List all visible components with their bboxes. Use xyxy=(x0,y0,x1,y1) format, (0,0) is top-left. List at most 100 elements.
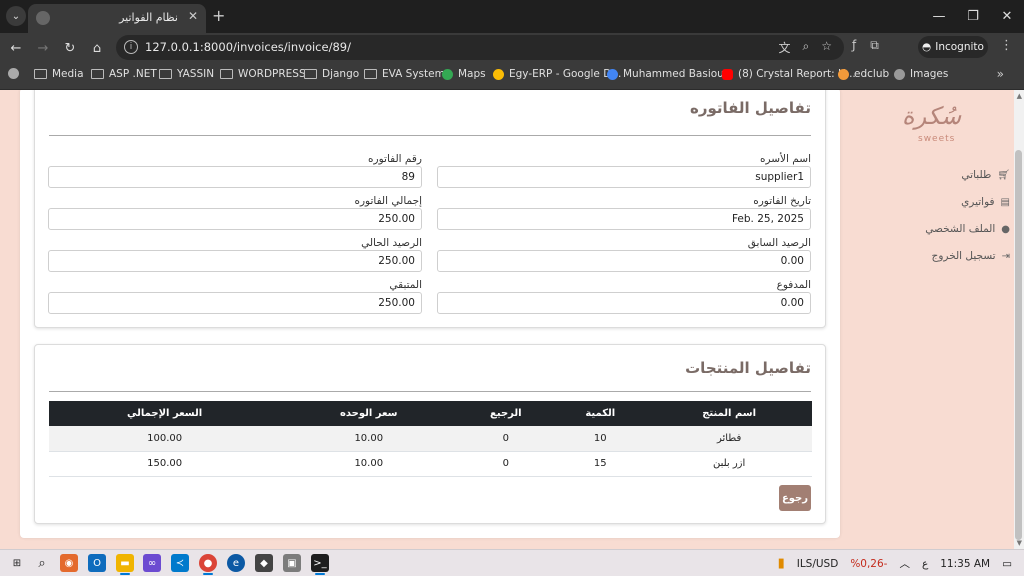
bookmark-django[interactable]: Django xyxy=(304,68,359,80)
col-product-name: اسم المنتج xyxy=(646,401,812,426)
currency-label[interactable]: ILS/USD xyxy=(797,558,839,570)
col-unit-price: سعر الوحده xyxy=(280,401,458,426)
col-total-price: السعر الإجمالي xyxy=(49,401,281,426)
brand-logo[interactable]: سُكرة sweets xyxy=(898,102,972,154)
date-field[interactable] xyxy=(437,208,811,230)
cell-returns: 0 xyxy=(457,426,555,452)
sidebar-item-label: فواتيري xyxy=(961,196,995,208)
url-text[interactable]: 127.0.0.1:8000/invoices/invoice/89/ xyxy=(145,40,351,54)
reload-icon[interactable]: ↻ xyxy=(60,38,80,58)
site-info-icon[interactable]: i xyxy=(124,40,138,54)
minimize-icon[interactable]: — xyxy=(922,0,956,33)
back-button[interactable]: رجوع xyxy=(779,485,811,511)
products-table: السعر الإجمالي سعر الوحده الرجيع الكمية … xyxy=(49,401,812,477)
bookmark-media[interactable]: Media xyxy=(34,68,84,80)
app-icon[interactable]: ◉ xyxy=(60,554,78,572)
zoom-icon[interactable]: ⌕ xyxy=(803,39,810,56)
bookmark-globe-icon[interactable] xyxy=(8,68,19,79)
browser-tabstrip: ⌄ نظام الفواتير ✕ + — ❐ ✕ xyxy=(0,0,1024,33)
scroll-down-icon[interactable]: ▼ xyxy=(1017,539,1022,547)
bookmark-images[interactable]: Images xyxy=(894,68,948,80)
currency-change: %0,26- xyxy=(850,557,888,570)
address-bar[interactable]: i 127.0.0.1:8000/invoices/invoice/89/ 文 … xyxy=(116,35,844,60)
drive-icon xyxy=(493,68,504,80)
total-label: إجمالي الفاتوره xyxy=(354,195,422,207)
sidebar-item-label: الملف الشخصي xyxy=(925,223,996,235)
invoice-number-field[interactable] xyxy=(48,166,422,188)
folder-icon xyxy=(34,69,47,79)
paid-field[interactable] xyxy=(437,292,811,314)
system-tray: ▮ ILS/USD %0,26- ︿ ع 11:35 AM ▭ xyxy=(778,550,1024,576)
translate-icon[interactable]: 文 xyxy=(778,39,790,56)
language-indicator[interactable]: ع xyxy=(922,558,928,570)
visual-studio-icon[interactable]: ∞ xyxy=(143,554,161,572)
col-quantity: الكمية xyxy=(554,401,647,426)
bookmark-egy-erp[interactable]: Egy-ERP - Google D... xyxy=(493,68,621,80)
bookmark-eva-system[interactable]: EVA System xyxy=(364,68,445,80)
tab-favicon-icon xyxy=(36,11,50,25)
page-scrollbar[interactable]: ▲ ▼ xyxy=(1014,90,1024,549)
more-bookmarks-icon[interactable]: » xyxy=(997,67,1004,81)
sidebar-item-invoices[interactable]: ▤ فواتيري xyxy=(961,196,1010,208)
browser-menu-icon[interactable]: ⋮ xyxy=(1000,38,1013,53)
table-row: 100.00 10.00 0 10 فطائر xyxy=(49,426,812,452)
extensions-icon[interactable]: ⧉ xyxy=(870,38,879,53)
maps-icon xyxy=(442,68,453,80)
back-arrow-icon[interactable]: ← xyxy=(6,38,26,58)
font-icon[interactable]: ƒ xyxy=(852,38,856,53)
close-window-icon[interactable]: ✕ xyxy=(990,0,1024,33)
restore-icon[interactable]: ❐ xyxy=(956,0,990,33)
bookmark-yassin[interactable]: YASSIN xyxy=(159,68,214,80)
remaining-field[interactable] xyxy=(48,292,422,314)
clock[interactable]: 11:35 AM xyxy=(940,558,990,570)
products-card: تفاصيل المنتجات السعر الإجمالي سعر الوحد… xyxy=(34,344,826,524)
bookmark-edclub[interactable]: edclub xyxy=(838,68,889,80)
remaining-label: المتبقي xyxy=(389,279,422,291)
edge-icon[interactable]: e xyxy=(227,554,245,572)
page-viewport: تفاصيل الفاتوره اسم الأسره تاريخ الفاتور… xyxy=(0,90,1024,549)
active-indicator xyxy=(315,573,325,575)
curr-balance-field[interactable] xyxy=(48,250,422,272)
bookmark-wordpress[interactable]: WORDPRESS xyxy=(220,68,306,80)
prev-balance-field[interactable] xyxy=(437,250,811,272)
windows-start-icon[interactable]: ⊞ xyxy=(8,554,26,572)
tab-search-icon[interactable]: ⌄ xyxy=(6,6,26,26)
cell-quantity: 15 xyxy=(554,451,647,477)
chrome-icon[interactable]: ● xyxy=(199,554,217,572)
new-tab-icon[interactable]: + xyxy=(212,6,225,25)
supplier-field[interactable] xyxy=(437,166,811,188)
bookmark-star-icon[interactable]: ☆ xyxy=(821,39,832,56)
invoice-total-field[interactable] xyxy=(48,208,422,230)
incognito-badge[interactable]: ◓ Incognito xyxy=(918,36,988,58)
tab-close-icon[interactable]: ✕ xyxy=(188,9,198,23)
outlook-icon[interactable]: O xyxy=(88,554,106,572)
bookmark-muhammed[interactable]: Muhammed Basiou... xyxy=(607,68,734,80)
browser-tab[interactable]: نظام الفواتير ✕ xyxy=(28,4,206,33)
tray-expand-icon[interactable]: ︿ xyxy=(899,556,910,571)
forward-arrow-icon[interactable]: → xyxy=(33,38,53,58)
scroll-up-icon[interactable]: ▲ xyxy=(1017,92,1022,100)
sidebar-item-logout[interactable]: ⇥ تسجيل الخروج xyxy=(932,250,1010,262)
stocks-icon[interactable]: ▮ xyxy=(778,556,785,571)
cell-product-name: ازر بلبن xyxy=(646,451,812,477)
file-explorer-icon[interactable]: ▬ xyxy=(116,554,134,572)
youtube-icon xyxy=(722,68,733,80)
app-icon[interactable]: ▣ xyxy=(283,554,301,572)
active-indicator xyxy=(120,573,130,575)
paid-label: المدفوع xyxy=(776,279,811,291)
scroll-thumb[interactable] xyxy=(1015,150,1022,540)
bookmark-crystal-report[interactable]: (8) Crystal Report: H... xyxy=(722,68,856,80)
search-icon[interactable]: ⌕ xyxy=(33,554,51,572)
notifications-icon[interactable]: ▭ xyxy=(1002,558,1012,570)
file-icon: ▤ xyxy=(1000,196,1010,208)
sidebar-item-label: تسجيل الخروج xyxy=(931,250,996,262)
sidebar-item-orders[interactable]: 🛒︎ طلباتي xyxy=(961,169,1010,181)
vscode-icon[interactable]: ≺ xyxy=(171,554,189,572)
sidebar-item-profile[interactable]: ● الملف الشخصي xyxy=(925,223,1010,235)
terminal-icon[interactable]: >_ xyxy=(311,554,329,572)
bookmark-maps[interactable]: Maps xyxy=(442,68,486,80)
app-icon[interactable]: ◆ xyxy=(255,554,273,572)
home-icon[interactable]: ⌂ xyxy=(87,38,107,58)
bookmark-asp-net[interactable]: ASP .NET xyxy=(91,68,157,80)
logout-icon: ⇥ xyxy=(1001,250,1010,262)
